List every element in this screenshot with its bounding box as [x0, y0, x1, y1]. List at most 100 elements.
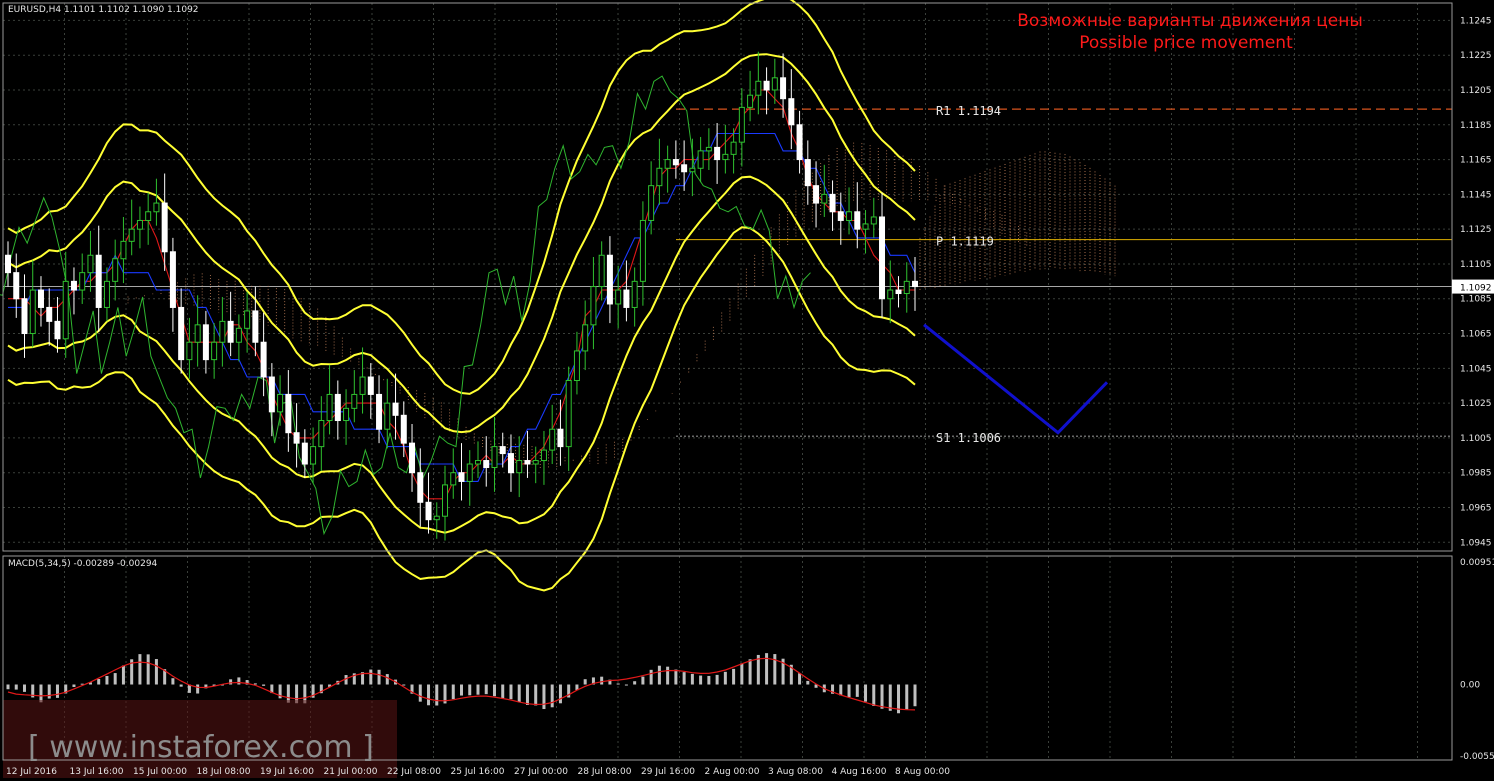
- macd-histogram-bar: [682, 672, 686, 685]
- candle-body: [730, 141, 737, 155]
- candle-body: [837, 211, 844, 221]
- macd-histogram-bar: [72, 684, 76, 687]
- candle-body: [153, 202, 160, 213]
- chart-grid: [2, 3, 1452, 760]
- candle-body: [178, 306, 185, 361]
- macd-histogram-bar: [22, 684, 26, 692]
- macd-histogram-bar: [641, 676, 645, 685]
- candle-body: [211, 341, 218, 361]
- current-price-label: 1.1092: [1460, 284, 1492, 294]
- candle-body: [755, 80, 762, 96]
- macd-histogram-bar: [864, 684, 868, 702]
- candle-body: [681, 164, 688, 173]
- y-tick-label: 1.1185: [1460, 121, 1492, 131]
- y-tick-label: 1.0945: [1460, 538, 1492, 548]
- macd-histogram-bar: [707, 675, 711, 685]
- candle-body: [95, 254, 102, 308]
- candle-body: [598, 254, 605, 288]
- macd-histogram-bar: [509, 684, 513, 700]
- x-tick-label: 2 Aug 00:00: [705, 767, 760, 777]
- y-tick-label: 1.1165: [1460, 156, 1492, 166]
- y-tick-label: 1.0985: [1460, 469, 1492, 479]
- candle-body: [648, 185, 655, 221]
- candle-body: [235, 327, 242, 343]
- candle-body: [5, 254, 11, 274]
- candle-body: [351, 393, 358, 409]
- macd-histogram-bar: [468, 684, 472, 696]
- macd-histogram-bar: [105, 675, 109, 685]
- macd-y-tick-label: -0.00555: [1460, 752, 1494, 762]
- chart-canvas[interactable]: R1 1.1194 P 1.1119 S1 1.1006 1.1245 1.1225 1…: [0, 0, 1494, 781]
- macd-y-tick-label: 0.00: [1460, 681, 1480, 691]
- candle-body: [780, 77, 787, 100]
- candle-body: [829, 193, 836, 213]
- candle-body: [219, 320, 226, 343]
- macd-histogram-bar: [773, 654, 777, 685]
- candle-body: [367, 376, 374, 395]
- candle-body: [343, 407, 350, 422]
- candle-body: [268, 376, 275, 413]
- candle-body: [615, 289, 622, 305]
- candle-body: [54, 320, 61, 340]
- macd-histogram-bar: [905, 684, 909, 710]
- candle-body: [689, 167, 696, 173]
- candle-body: [590, 286, 597, 326]
- candle-body: [120, 240, 127, 260]
- macd-histogram-bar: [154, 659, 158, 685]
- macd-histogram-bar: [723, 671, 727, 685]
- candle-body: [409, 442, 416, 474]
- candle-body: [244, 310, 251, 329]
- candle-body: [705, 146, 712, 152]
- x-tick-label: 25 Jul 16:00: [451, 767, 505, 777]
- y-tick-label: 1.1225: [1460, 51, 1492, 61]
- candlesticks[interactable]: [5, 51, 918, 541]
- macd-histogram-bar: [674, 669, 678, 685]
- candle-body: [483, 460, 490, 468]
- candle-body: [13, 272, 20, 300]
- candle-body: [862, 223, 869, 230]
- macd-histogram-bar: [484, 684, 488, 695]
- bollinger-band-dn: [7, 226, 916, 592]
- candle-body: [21, 298, 28, 335]
- candle-body: [145, 211, 152, 221]
- x-tick-label: 12 Jul 2016: [6, 767, 57, 777]
- forecast-line: [923, 323, 1109, 435]
- candle-body: [70, 280, 77, 291]
- main-header: EURUSD,H4 1.1101 1.1102 1.1090 1.1092: [8, 5, 199, 15]
- candle-body: [376, 393, 383, 430]
- candle-body: [466, 463, 473, 482]
- candle-body: [895, 289, 902, 295]
- candle-body: [161, 202, 168, 253]
- macd-histogram-bar: [229, 679, 233, 685]
- macd-header: MACD(5,34,5) -0.00289 -0.00294: [8, 559, 158, 569]
- candle-body: [46, 306, 53, 322]
- candle-body: [202, 324, 209, 361]
- bollinger-band-up: [7, 53, 916, 434]
- candle-body: [763, 80, 770, 91]
- macd-histogram-bar: [798, 673, 802, 685]
- candle-body: [796, 124, 803, 161]
- macd-histogram-bar: [492, 684, 496, 697]
- macd-histogram-bar: [460, 684, 463, 696]
- level-label: R1 1.1194: [936, 104, 1001, 118]
- candle-body: [870, 216, 877, 225]
- y-tick-label: 1.1205: [1460, 86, 1492, 96]
- candle-body: [37, 289, 44, 308]
- macd-histogram-bar: [699, 675, 703, 685]
- x-tick-label: 28 Jul 08:00: [578, 767, 632, 777]
- macd-histogram-bar: [666, 666, 670, 685]
- macd-histogram-bar: [121, 665, 125, 685]
- candle-body: [879, 216, 886, 300]
- macd-histogram-bar: [888, 684, 892, 711]
- y-tick-label: 1.1005: [1460, 434, 1492, 444]
- macd-histogram-bar: [872, 684, 876, 707]
- macd-histogram-bar: [418, 684, 422, 702]
- level-label: S1 1.1006: [936, 431, 1001, 445]
- main-pane-frame: [2, 2, 1453, 552]
- macd-histogram-bar: [286, 684, 290, 703]
- candle-body: [846, 211, 853, 221]
- candle-body: [417, 472, 424, 503]
- candle-body: [194, 324, 201, 343]
- macd-histogram-bar: [616, 683, 620, 685]
- x-tick-label: 13 Jul 16:00: [70, 767, 124, 777]
